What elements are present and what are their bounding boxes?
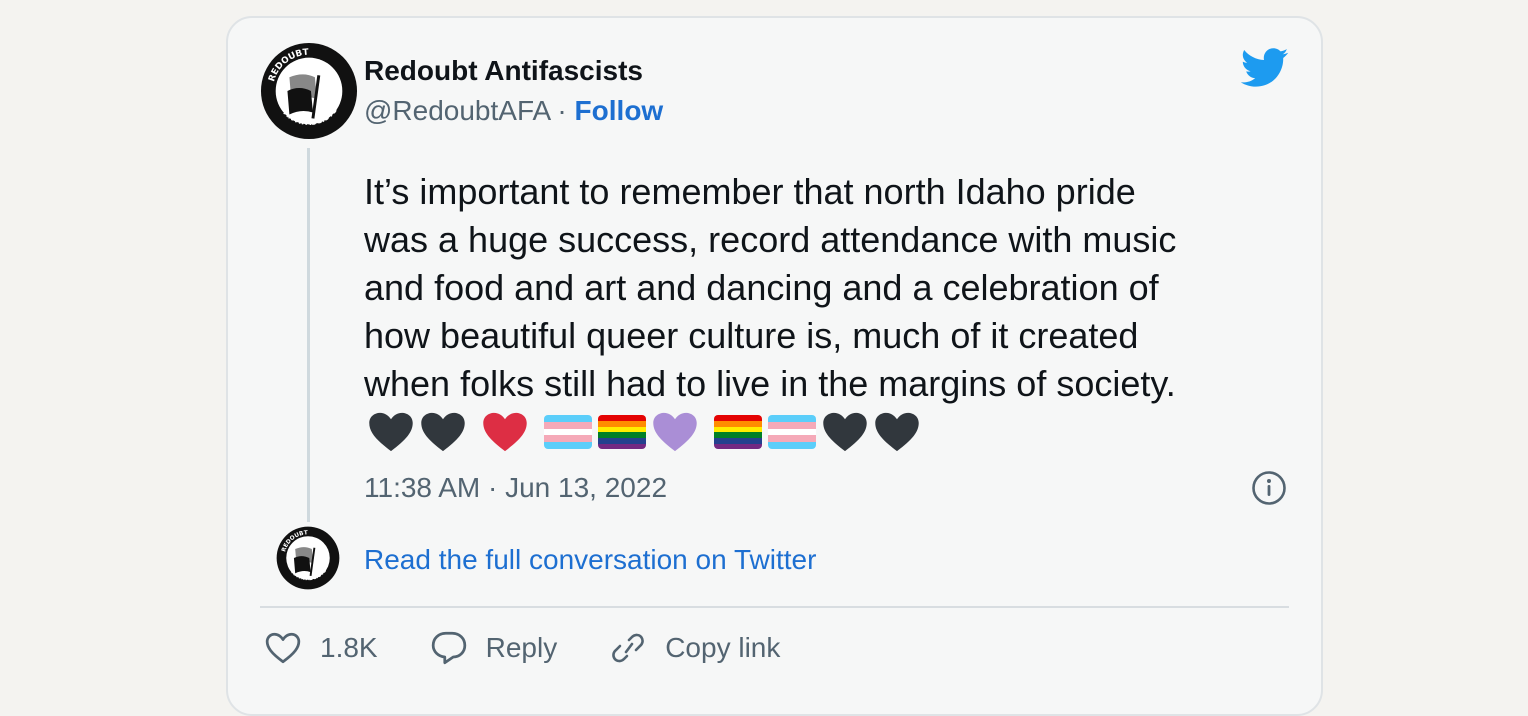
divider bbox=[260, 606, 1289, 608]
tweet-timestamp[interactable]: 11:38 AM · Jun 13, 2022 bbox=[364, 470, 667, 506]
author-name[interactable]: Redoubt Antifascists bbox=[364, 54, 663, 88]
author-subline: @RedoubtAFA · Follow bbox=[364, 94, 663, 128]
link-icon bbox=[612, 633, 645, 663]
black-heart-icon bbox=[875, 412, 919, 452]
author-handle[interactable]: @RedoubtAFA bbox=[364, 95, 550, 126]
separator-dot: · bbox=[549, 95, 575, 126]
black-heart-icon bbox=[421, 412, 465, 452]
reply-bubble-icon bbox=[431, 631, 466, 665]
follow-button[interactable]: Follow bbox=[575, 95, 664, 126]
action-bar: 1.8K Reply Copy link bbox=[264, 630, 832, 666]
transgender-flag-icon bbox=[544, 415, 592, 449]
reply-label: Reply bbox=[485, 632, 558, 663]
author-avatar[interactable]: REDOUBT ANTIFASCISTS bbox=[260, 42, 358, 140]
red-heart-icon bbox=[483, 412, 527, 452]
heart-icon bbox=[265, 632, 301, 664]
like-count: 1.8K bbox=[320, 632, 378, 663]
purple-heart-icon bbox=[653, 412, 697, 452]
reply-button[interactable]: Reply bbox=[430, 630, 558, 666]
copy-link-button[interactable]: Copy link bbox=[609, 630, 780, 666]
twitter-bird-icon[interactable] bbox=[1241, 48, 1289, 88]
like-button[interactable]: 1.8K bbox=[264, 631, 378, 665]
tweet-card: REDOUBT ANTIFASCISTS Redoubt Antifascist… bbox=[226, 16, 1323, 716]
black-heart-icon bbox=[823, 412, 867, 452]
copy-link-label: Copy link bbox=[665, 632, 781, 663]
tweet-text: It’s important to remember that north Id… bbox=[364, 171, 1177, 404]
transgender-flag-icon bbox=[768, 415, 816, 449]
antifa-logo-icon: REDOUBT ANTIFASCISTS bbox=[276, 526, 340, 590]
info-icon[interactable] bbox=[1251, 470, 1287, 506]
author-block: Redoubt Antifascists @RedoubtAFA · Follo… bbox=[364, 54, 663, 128]
read-conversation-link[interactable]: Read the full conversation on Twitter bbox=[364, 542, 816, 578]
thread-line bbox=[307, 148, 310, 522]
black-heart-icon bbox=[369, 412, 413, 452]
rainbow-flag-icon bbox=[598, 415, 646, 449]
antifa-logo-icon: REDOUBT ANTIFASCISTS bbox=[260, 42, 358, 140]
rainbow-flag-icon bbox=[714, 415, 762, 449]
conversation-avatar[interactable]: REDOUBT ANTIFASCISTS bbox=[276, 526, 340, 590]
emoji-row bbox=[368, 406, 926, 458]
